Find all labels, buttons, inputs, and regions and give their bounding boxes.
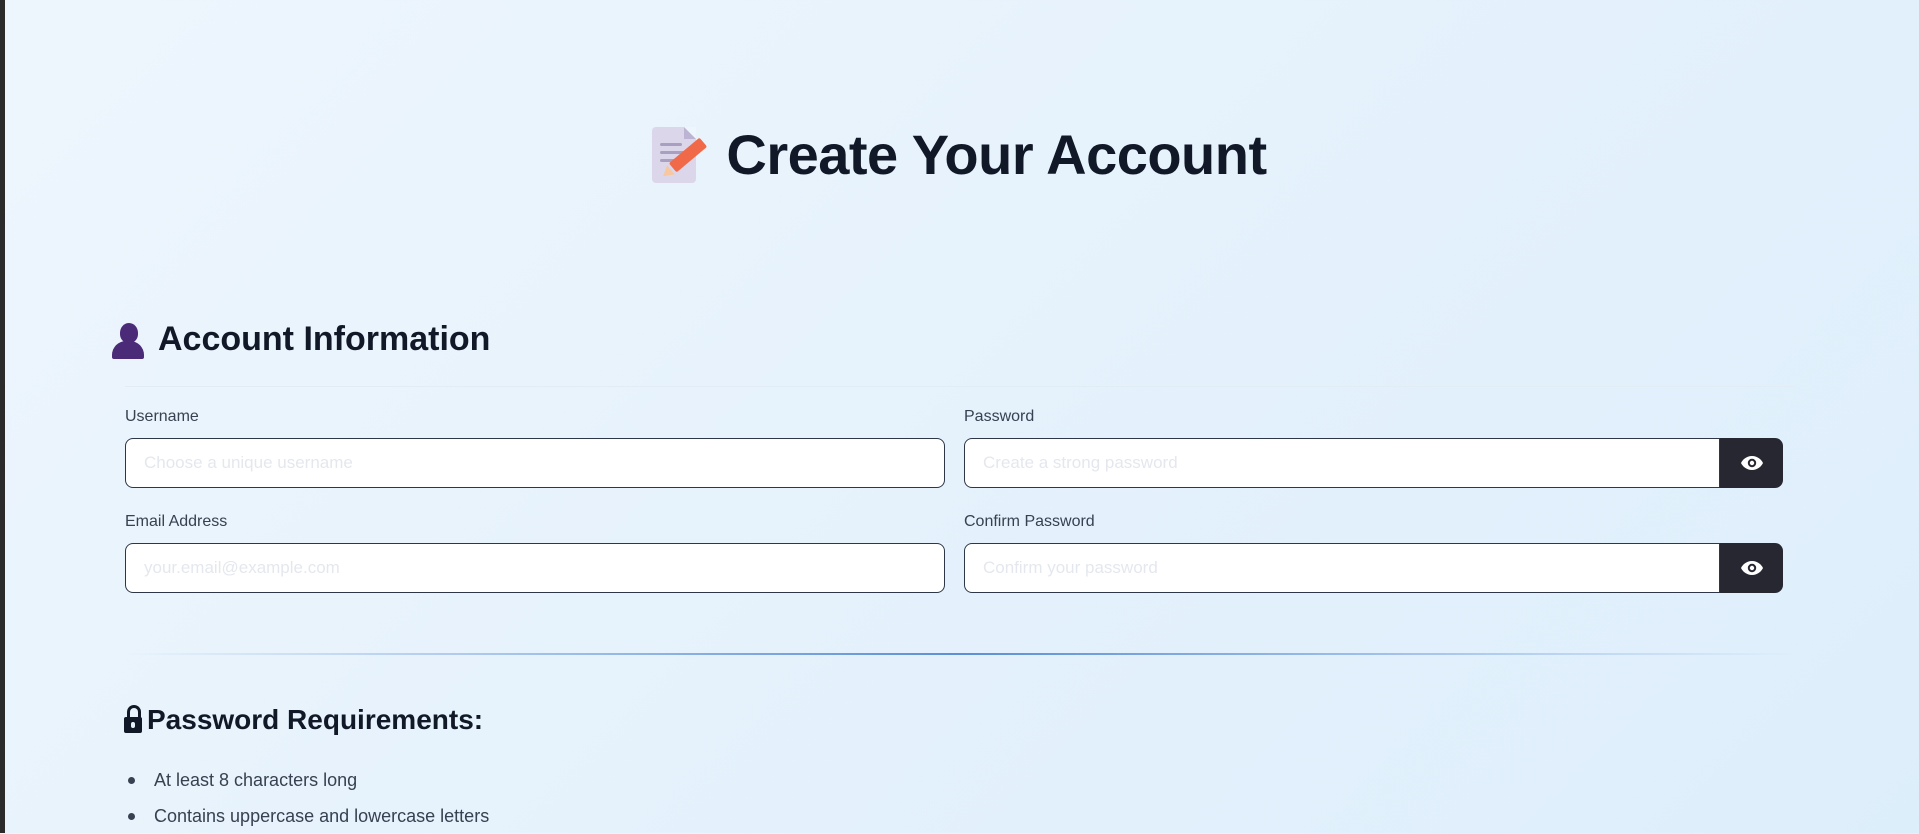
email-field: Email Address xyxy=(125,512,945,593)
confirm-password-field: Confirm Password xyxy=(964,512,1783,593)
email-input[interactable] xyxy=(125,543,945,593)
eye-icon xyxy=(1740,561,1763,575)
list-item: At least 8 characters long xyxy=(124,762,489,798)
bullet-icon xyxy=(128,777,135,784)
bullet-icon xyxy=(128,813,135,820)
requirement-text: Contains uppercase and lowercase letters xyxy=(154,806,490,826)
memo-icon xyxy=(652,125,708,185)
confirm-password-input[interactable] xyxy=(964,543,1720,593)
show-confirm-password-button[interactable] xyxy=(1720,543,1783,593)
section-title: Account Information xyxy=(158,320,491,358)
requirement-text: At least 8 characters long xyxy=(154,770,358,790)
list-item: Contains uppercase and lowercase letters xyxy=(124,798,489,834)
username-field: Username xyxy=(125,407,945,488)
password-label: Password xyxy=(964,408,1035,425)
person-silhouette-icon xyxy=(110,321,146,359)
eye-icon xyxy=(1740,456,1763,470)
requirements-list: At least 8 characters long Contains uppe… xyxy=(124,762,489,834)
section-divider xyxy=(125,386,1795,387)
show-password-button[interactable] xyxy=(1720,438,1783,488)
confirm-password-label: Confirm Password xyxy=(964,513,1095,530)
email-label: Email Address xyxy=(125,513,228,530)
page-header: Create Your Account xyxy=(0,122,1919,187)
page-title: Create Your Account xyxy=(726,123,1267,186)
password-input[interactable] xyxy=(964,438,1720,488)
requirements-header: Password Requirements: xyxy=(124,704,483,736)
username-input[interactable] xyxy=(125,438,945,488)
lock-icon xyxy=(124,705,142,735)
password-field: Password xyxy=(964,407,1783,488)
gradient-divider xyxy=(125,653,1795,655)
username-label: Username xyxy=(125,408,199,425)
account-section-header: Account Information xyxy=(110,320,490,359)
requirements-title: Password Requirements: xyxy=(147,704,484,735)
